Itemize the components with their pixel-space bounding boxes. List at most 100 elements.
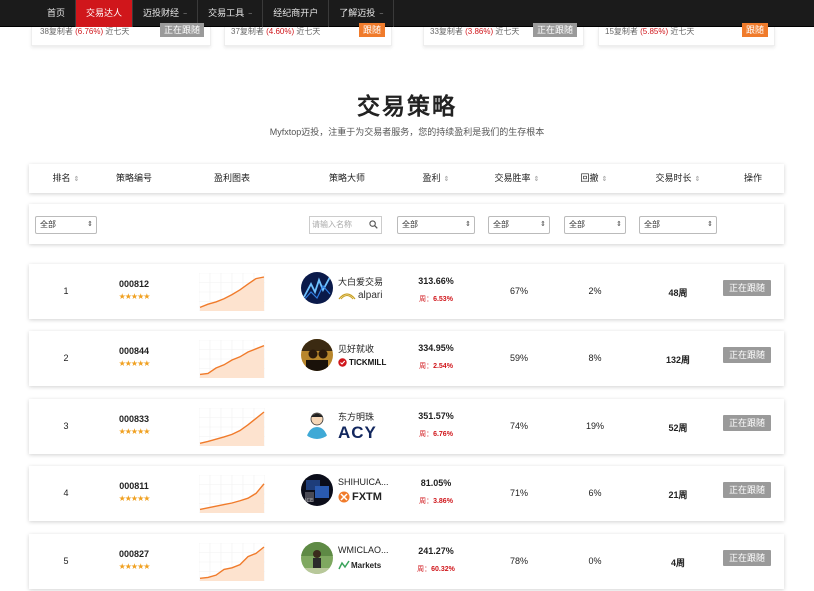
rank-value: 5 xyxy=(63,556,69,566)
markets-logo-icon xyxy=(338,560,350,570)
header-rank[interactable]: 排名 ⇕ xyxy=(53,164,80,193)
period-label: 近七天 xyxy=(495,27,520,36)
master-search-input[interactable]: 请输入名称 xyxy=(309,216,382,234)
master-avatar[interactable] xyxy=(301,272,333,304)
broker-logo: Markets xyxy=(338,559,381,571)
strategy-code[interactable]: 000812 xyxy=(119,279,149,289)
top-master-cards: 38复制者 (6.76%) 近七天 正在跟随 37复制者 (4.60%) 近七天 跟随… xyxy=(0,23,814,47)
card-stats: 15复制者 (5.85%) 近七天 xyxy=(605,27,694,37)
header-duration[interactable]: 交易时长 ⇕ xyxy=(656,164,701,193)
weekly-profit: 周：2.54% xyxy=(419,361,453,371)
master-name[interactable]: WMICLAO... xyxy=(338,545,389,555)
dropdown-caret-icon: − xyxy=(248,11,253,18)
select-arrow-icon: ⇕ xyxy=(465,221,471,228)
period-label: 近七天 xyxy=(296,27,321,36)
duration-filter-select[interactable]: 全部 ⇕ xyxy=(639,216,717,234)
nav-item-label: 交易达人 xyxy=(86,8,123,18)
svg-text:ICE: ICE xyxy=(305,498,313,504)
broker-name: TICKMILL xyxy=(349,357,387,367)
alpari-logo-icon xyxy=(338,292,356,299)
following-button[interactable]: 正在跟随 xyxy=(723,347,771,363)
broker-name: FXTM xyxy=(352,491,382,503)
drawdown-value: 6% xyxy=(588,488,602,498)
nav-items: 首页 交易达人 迈投财经 − 交易工具 − 经纪商开户 了解迈投 − xyxy=(37,0,395,27)
week-label: 周： xyxy=(419,498,434,505)
master-name[interactable]: 东方明珠 xyxy=(338,410,374,423)
select-arrow-icon: ⇕ xyxy=(616,221,622,228)
rank-value: 2 xyxy=(63,353,69,363)
profit-sparkline xyxy=(199,408,265,446)
master-name[interactable]: 见好就收 xyxy=(338,342,374,355)
nav-item[interactable]: 经纪商开户 xyxy=(263,0,330,27)
weekly-profit: 周：6.53% xyxy=(419,294,453,304)
strategy-row[interactable]: 4 000811 ★★★★★ ICE SHIHUICA... FXTM 81.05% 周：3.… xyxy=(29,466,784,521)
master-avatar[interactable] xyxy=(301,407,333,439)
master-name[interactable]: 大白爱交易 xyxy=(338,275,383,288)
strategy-code[interactable]: 000827 xyxy=(119,549,149,559)
master-avatar[interactable] xyxy=(301,542,333,574)
dropdown-caret-icon: − xyxy=(183,11,188,18)
profit-sparkline xyxy=(199,475,265,513)
nav-item[interactable]: 交易工具 − xyxy=(198,0,264,27)
strategy-row[interactable]: 3 000833 ★★★★★ 东方明珠 ACY 351.57% 周：6.76% 74% 19% 5… xyxy=(29,399,784,454)
profit-filter-select[interactable]: 全部 ⇕ xyxy=(397,216,475,234)
week-value: 60.32% xyxy=(431,566,455,573)
card-follow-button[interactable]: 正在跟随 xyxy=(159,23,204,37)
card-follow-button[interactable]: 正在跟随 xyxy=(532,23,577,37)
strategy-row[interactable]: 1 000812 ★★★★★ 大白爱交易 alpari 313.66% 周：6.53% 67%… xyxy=(29,264,784,319)
header-drawdown[interactable]: 回撤 ⇕ xyxy=(581,164,608,193)
header-master: 策略大师 xyxy=(328,173,366,183)
search-icon[interactable] xyxy=(369,220,378,229)
master-avatar[interactable] xyxy=(301,339,333,371)
nav-item[interactable]: 首页 xyxy=(37,0,77,27)
dropdown-caret-icon: − xyxy=(379,11,384,18)
master-name[interactable]: SHIHUICA... xyxy=(338,477,389,487)
strategy-row[interactable]: 2 000844 ★★★★★ 见好就收 TICKMILL 334.95% 周：2.54% 59… xyxy=(29,331,784,386)
master-avatar[interactable]: ICE xyxy=(301,474,333,506)
section-subtitle: Myfxtop迈投，注重于为交易者服务，您的持续盈利是我们的生存根本 xyxy=(269,127,545,137)
nav-item-label: 首页 xyxy=(47,8,66,18)
rank-value: 1 xyxy=(63,286,69,296)
week-value: 6.76% xyxy=(433,431,453,438)
weekly-return: (6.76%) xyxy=(75,27,104,36)
following-button[interactable]: 正在跟随 xyxy=(723,415,771,431)
card-follow-button[interactable]: 跟随 xyxy=(358,23,385,37)
copier-count: 37复制者 xyxy=(231,27,264,36)
week-value: 2.54% xyxy=(433,363,453,370)
strategy-code[interactable]: 000844 xyxy=(119,346,149,356)
header-profit[interactable]: 盈利 ⇕ xyxy=(423,164,450,193)
nav-item-label: 了解迈投 xyxy=(339,8,376,18)
header-code: 策略编号 xyxy=(115,173,153,183)
profit-sparkline xyxy=(199,340,265,378)
duration-value: 52周 xyxy=(668,423,688,433)
drawdown-value: 0% xyxy=(588,556,602,566)
strategy-code[interactable]: 000811 xyxy=(119,481,149,491)
week-label: 周： xyxy=(419,363,434,370)
rating-stars: ★★★★★ xyxy=(118,427,151,436)
header-winrate[interactable]: 交易胜率 ⇕ xyxy=(495,164,540,193)
card-follow-button[interactable]: 跟随 xyxy=(741,23,768,37)
sort-icon: ⇕ xyxy=(73,176,80,183)
header-action: 操作 xyxy=(743,173,763,183)
winrate-filter-select[interactable]: 全部 ⇕ xyxy=(488,216,550,234)
winrate-value: 59% xyxy=(509,353,529,363)
select-arrow-icon: ⇕ xyxy=(707,221,713,228)
strategy-row[interactable]: 5 000827 ★★★★★ WMICLAO... Markets 241.27% 周：60… xyxy=(29,534,784,589)
following-button[interactable]: 正在跟随 xyxy=(723,280,771,296)
duration-value: 48周 xyxy=(668,288,688,298)
card-stats: 33复制者 (3.86%) 近七天 xyxy=(430,27,519,37)
rank-value: 4 xyxy=(63,488,69,498)
following-button[interactable]: 正在跟随 xyxy=(723,482,771,498)
weekly-return: (3.86%) xyxy=(465,27,494,36)
nav-item[interactable]: 交易达人 xyxy=(76,0,134,27)
strategy-code[interactable]: 000833 xyxy=(119,414,149,424)
rank-filter-select[interactable]: 全部 ⇕ xyxy=(35,216,97,234)
master-card: 15复制者 (5.85%) 近七天 跟随 xyxy=(598,23,775,46)
select-arrow-icon: ⇕ xyxy=(87,221,93,228)
rating-stars: ★★★★★ xyxy=(118,359,151,368)
weekly-return: (4.60%) xyxy=(266,27,295,36)
week-value: 6.53% xyxy=(433,296,453,303)
drawdown-value: 8% xyxy=(588,353,602,363)
following-button[interactable]: 正在跟随 xyxy=(723,550,771,566)
drawdown-filter-select[interactable]: 全部 ⇕ xyxy=(564,216,626,234)
